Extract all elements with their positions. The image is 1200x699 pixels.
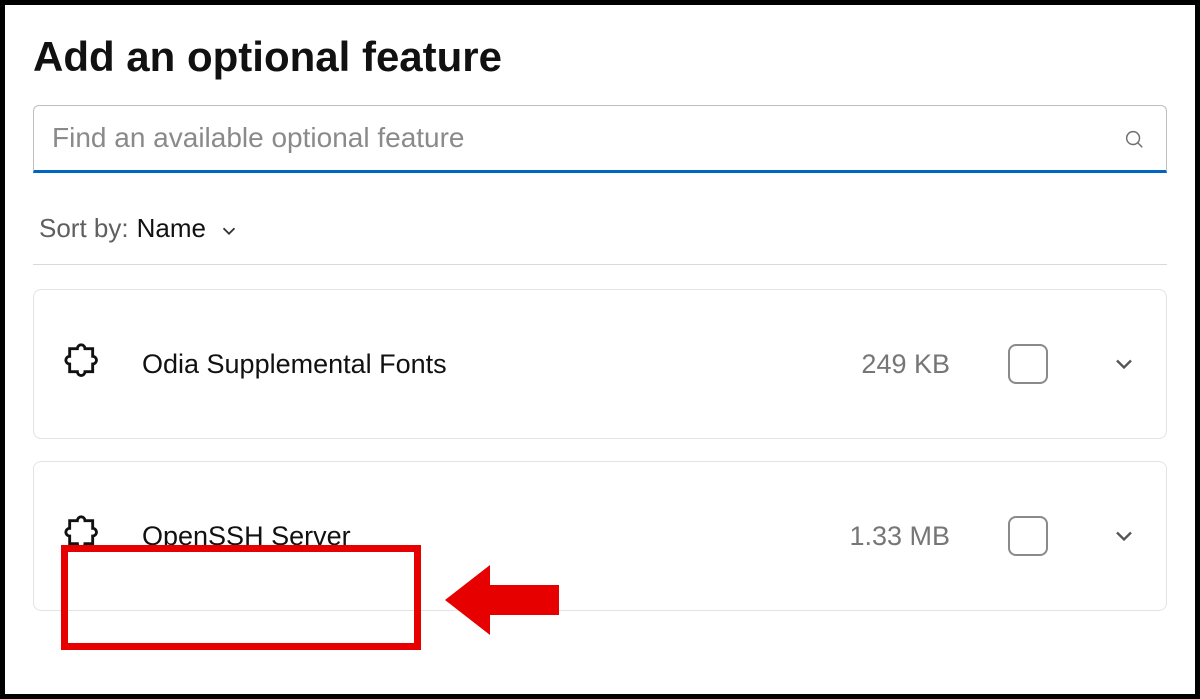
feature-size: 1.33 MB <box>849 521 950 552</box>
sort-value: Name <box>137 213 206 244</box>
chevron-down-icon[interactable] <box>1110 350 1138 378</box>
chevron-down-icon[interactable] <box>1110 522 1138 550</box>
feature-checkbox[interactable] <box>1008 516 1048 556</box>
feature-item-openssh-server[interactable]: OpenSSH Server 1.33 MB <box>33 461 1167 611</box>
feature-list: Odia Supplemental Fonts 249 KB OpenSSH S… <box>33 281 1167 611</box>
sort-dropdown[interactable]: Sort by: Name <box>33 209 1167 265</box>
feature-item-odia-supplemental-fonts[interactable]: Odia Supplemental Fonts 249 KB <box>33 289 1167 439</box>
puzzle-icon <box>62 341 108 387</box>
search-field-container <box>33 105 1167 173</box>
feature-size: 249 KB <box>861 349 950 380</box>
chevron-down-icon <box>218 218 240 240</box>
search-input[interactable] <box>33 105 1167 173</box>
page-title: Add an optional feature <box>33 33 1167 81</box>
puzzle-icon <box>62 513 108 559</box>
feature-name: OpenSSH Server <box>142 521 815 552</box>
feature-name: Odia Supplemental Fonts <box>142 349 827 380</box>
sort-label: Sort by: <box>39 213 129 244</box>
feature-checkbox[interactable] <box>1008 344 1048 384</box>
search-icon <box>1123 128 1145 150</box>
